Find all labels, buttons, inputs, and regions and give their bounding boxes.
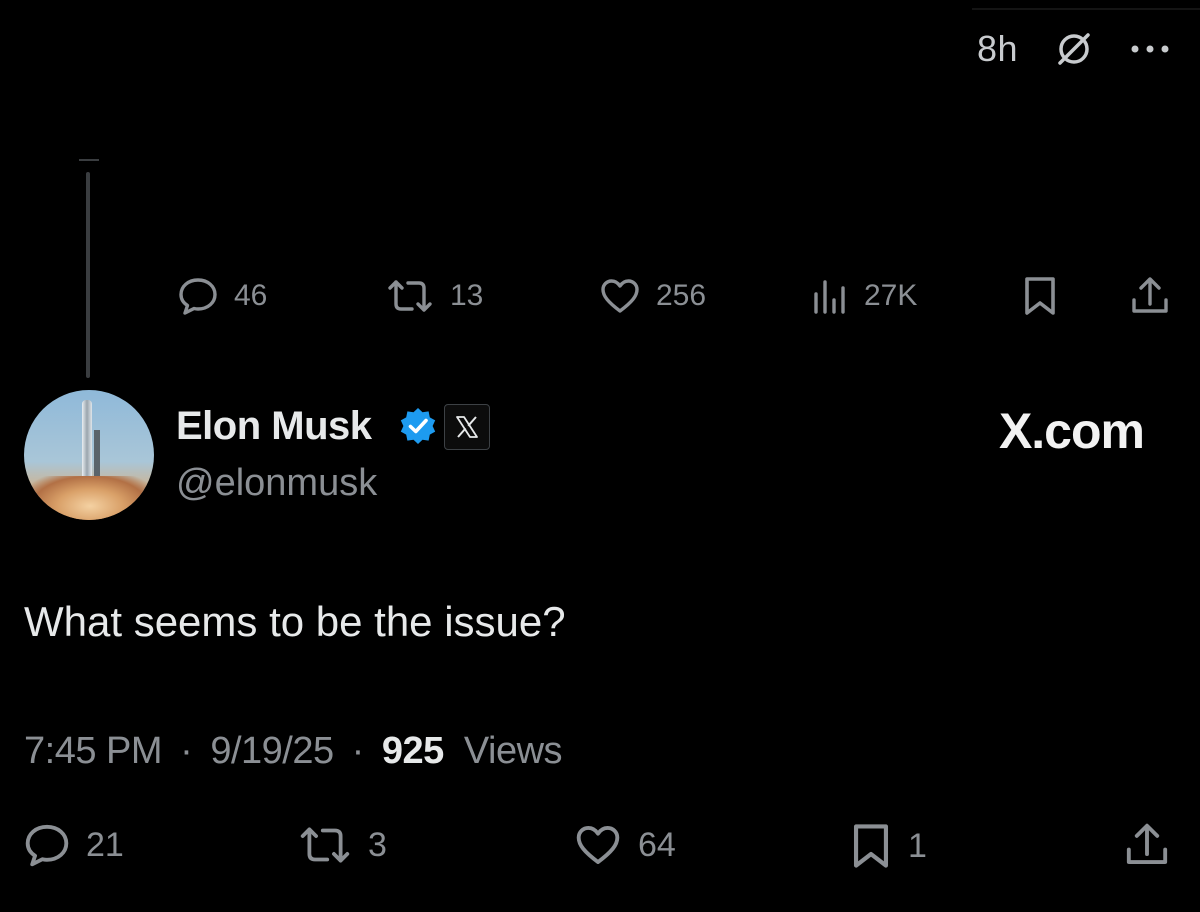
avatar-plume xyxy=(32,476,148,520)
reply-button[interactable]: 21 xyxy=(22,820,124,870)
tweet-views-label: Views xyxy=(463,730,563,772)
parent-share-button[interactable] xyxy=(1128,274,1172,318)
bookmark-icon xyxy=(1020,274,1060,318)
repost-count: 3 xyxy=(368,825,387,864)
tweet-date[interactable]: 9/19/25 xyxy=(210,730,334,772)
reply-icon xyxy=(22,820,72,870)
parent-repost-count: 13 xyxy=(450,279,484,312)
tweet-action-bar: 21 3 64 1 xyxy=(0,820,1200,876)
share-icon xyxy=(1128,274,1172,318)
heart-icon xyxy=(572,820,624,870)
parent-views-button[interactable]: 27K xyxy=(810,274,917,318)
tweet-meta: 7:45 PM · 9/19/25 · 925 Views xyxy=(24,730,563,773)
reply-icon xyxy=(176,274,220,318)
relative-time: 8h xyxy=(976,28,1018,69)
verified-badge-icon[interactable] xyxy=(398,406,438,451)
repost-icon xyxy=(384,274,436,318)
bookmark-icon xyxy=(848,820,894,872)
parent-reply-button[interactable]: 46 xyxy=(176,274,267,318)
thread-stub xyxy=(79,159,99,161)
parent-like-button[interactable]: 256 xyxy=(598,274,706,318)
top-divider xyxy=(972,8,1200,10)
heart-icon xyxy=(598,274,642,318)
bookmark-button[interactable]: 1 xyxy=(848,820,927,872)
more-icon[interactable] xyxy=(1130,43,1170,55)
parent-tweet-meta: 8h xyxy=(977,28,1170,70)
like-count: 64 xyxy=(638,825,676,864)
grok-icon[interactable] xyxy=(1054,29,1094,69)
parent-action-bar: 46 13 256 27K xyxy=(0,274,1200,320)
analytics-icon xyxy=(810,274,850,318)
tweet-time[interactable]: 7:45 PM xyxy=(24,730,163,772)
parent-bookmark-button[interactable] xyxy=(1020,274,1060,318)
author-name[interactable]: Elon Musk xyxy=(176,404,372,449)
tweet-text: What seems to be the issue? xyxy=(24,598,566,645)
bookmark-count: 1 xyxy=(908,826,927,865)
meta-separator: · xyxy=(180,730,193,772)
parent-views-count: 27K xyxy=(864,279,918,312)
reply-count: 21 xyxy=(86,825,124,864)
tweet-detail-page: 8h 46 13 256 27K Elon Musk @elonmusk X.c… xyxy=(0,0,1200,912)
x-affiliation-badge-icon[interactable] xyxy=(444,404,490,450)
repost-button[interactable]: 3 xyxy=(296,820,387,870)
like-button[interactable]: 64 xyxy=(572,820,676,870)
tweet-views-count[interactable]: 925 xyxy=(382,730,444,772)
parent-like-count: 256 xyxy=(656,279,707,312)
parent-reply-count: 46 xyxy=(234,279,268,312)
author-handle[interactable]: @elonmusk xyxy=(176,462,377,505)
meta-separator: · xyxy=(351,730,365,772)
share-button[interactable] xyxy=(1122,820,1172,870)
share-icon xyxy=(1122,820,1172,870)
avatar[interactable] xyxy=(24,390,154,520)
parent-repost-button[interactable]: 13 xyxy=(384,274,483,318)
repost-icon xyxy=(296,820,354,870)
watermark: X.com xyxy=(998,403,1145,459)
